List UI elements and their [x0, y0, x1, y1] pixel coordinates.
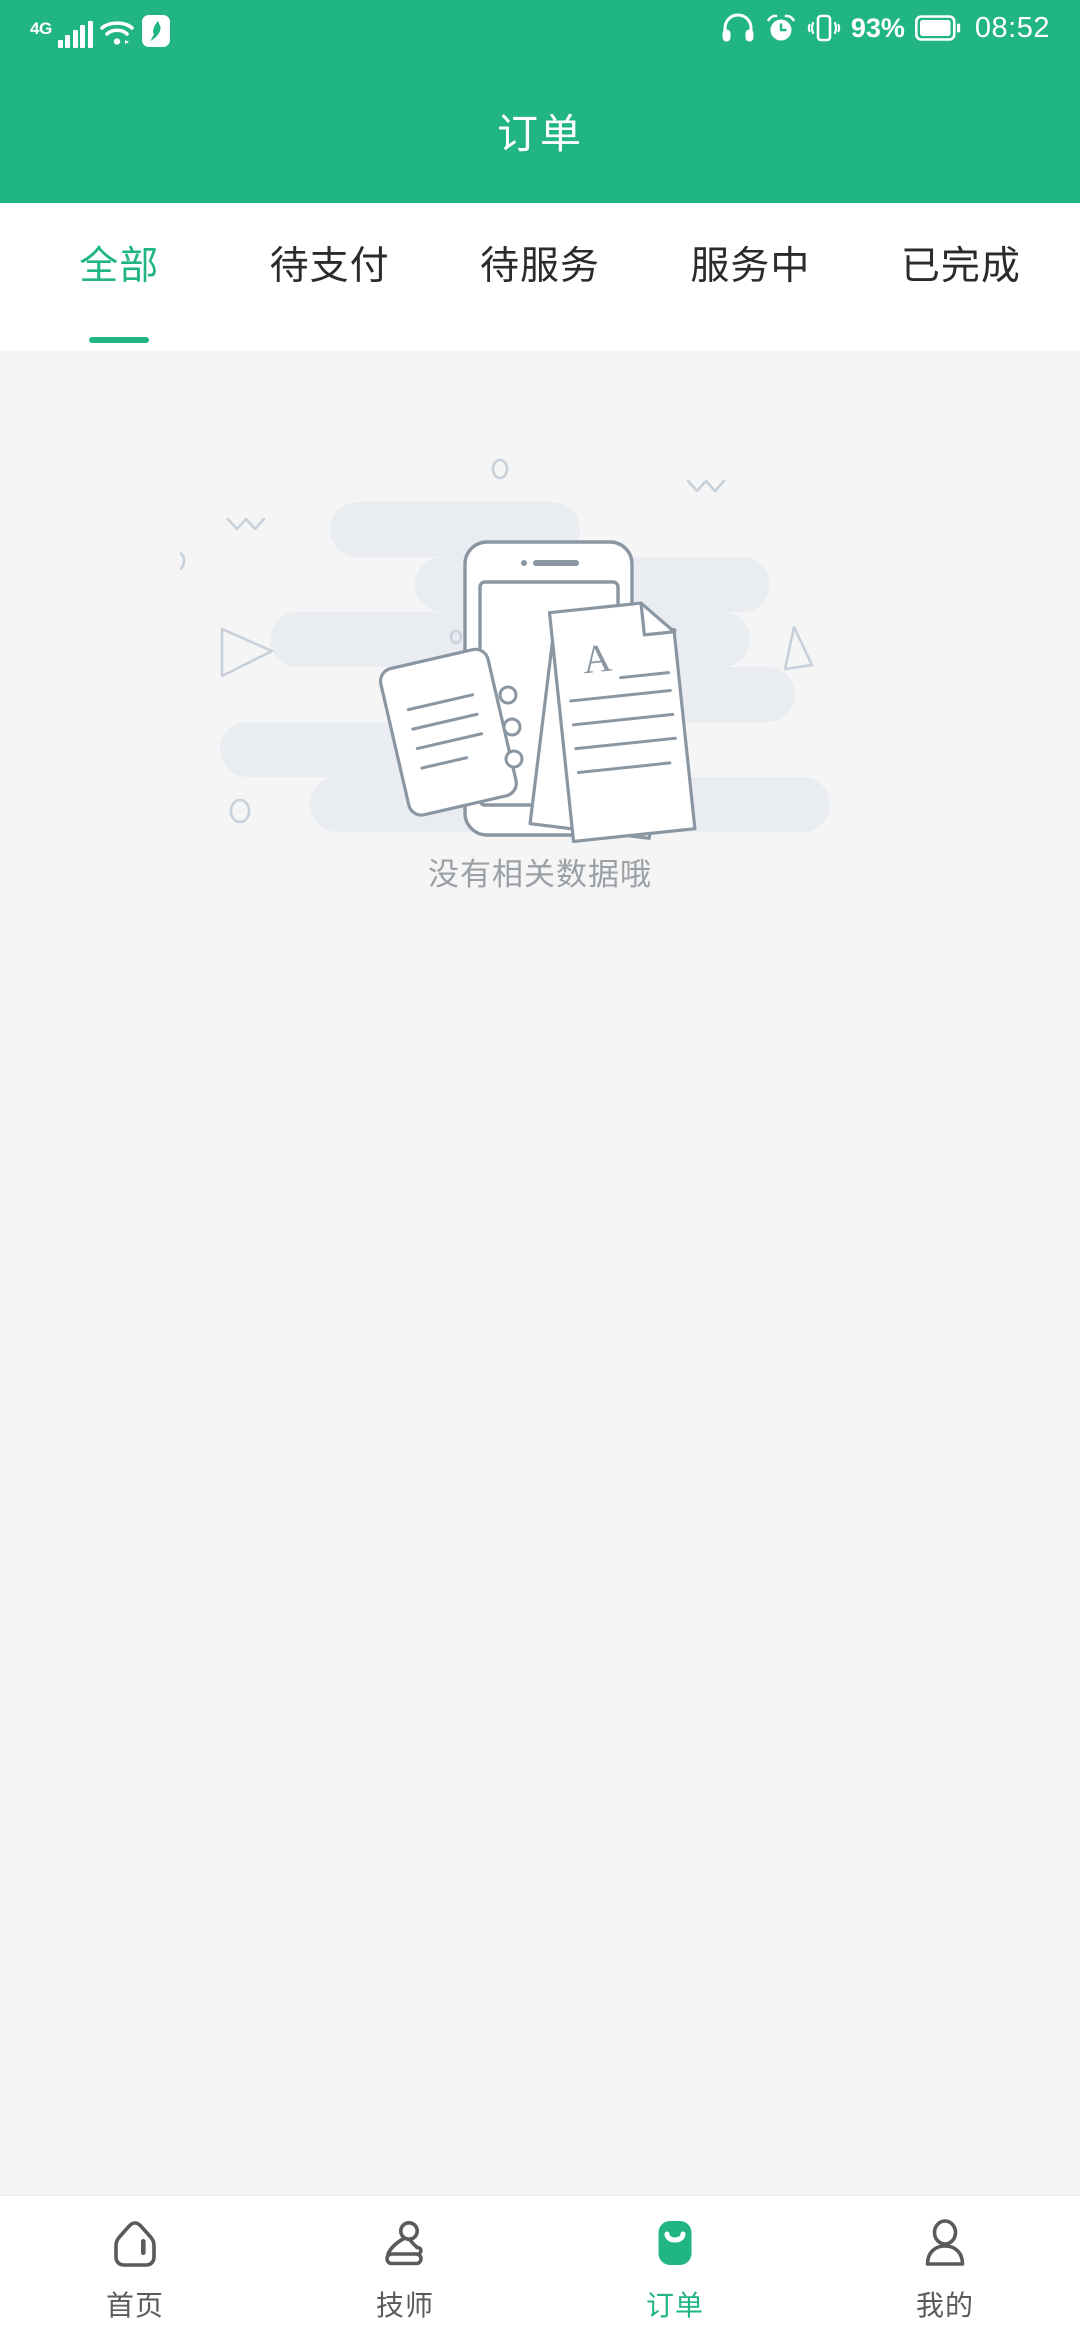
orders-bag-icon: [658, 2221, 692, 2265]
empty-state: A 没有相关数据哦: [0, 351, 1080, 894]
nav-item-home-label: 首页: [105, 2290, 164, 2321]
vpn-shield-icon: [141, 15, 170, 47]
page-title: 订单: [497, 110, 583, 157]
status-bar-right: 93% 08:52: [721, 8, 1050, 48]
nav-item-home[interactable]: 首页: [0, 2196, 270, 2340]
status-bar: 4G 93% 08:52: [0, 0, 1080, 56]
tab-active-indicator: [89, 337, 150, 343]
tab-pending-payment[interactable]: 待支付: [224, 203, 434, 351]
no-data-documents-phone-illustration: A: [180, 458, 830, 844]
nav-item-technician[interactable]: 技师: [270, 2196, 540, 2340]
tab-all-label: 全部: [79, 245, 160, 288]
nav-item-orders[interactable]: 订单: [540, 2196, 810, 2340]
tab-all[interactable]: 全部: [14, 203, 224, 351]
bottom-navigation-bar: 首页 技师 订单 我的: [0, 2195, 1080, 2340]
tab-in-service-label: 服务中: [690, 245, 811, 288]
wifi-icon: [99, 21, 134, 45]
nav-item-orders-label: 订单: [645, 2290, 704, 2321]
tab-pending-payment-label: 待支付: [269, 245, 390, 288]
nav-item-profile-label: 我的: [915, 2290, 974, 2321]
nav-item-technician-label: 技师: [375, 2290, 434, 2321]
tab-pending-service-label: 待服务: [480, 245, 601, 288]
app-header: 4G 93% 08:52 订单: [0, 0, 1080, 203]
headphones-icon: [722, 13, 754, 42]
svg-text:A: A: [580, 635, 614, 683]
home-icon: [114, 2221, 156, 2267]
profile-person-icon: [925, 2219, 965, 2266]
order-status-tabbar: 全部 待支付 待服务 服务中 已完成: [0, 203, 1080, 351]
tab-completed[interactable]: 已完成: [856, 203, 1066, 351]
battery-icon: [914, 15, 961, 41]
battery-percent-label: 93%: [850, 12, 905, 43]
signal-bars-icon: [57, 21, 93, 48]
nav-item-profile[interactable]: 我的: [810, 2196, 1080, 2340]
tab-pending-service[interactable]: 待服务: [435, 203, 645, 351]
order-list-content: A 没有相关数据哦: [0, 351, 1080, 2195]
alarm-clock-icon: [767, 14, 795, 41]
tab-list: 全部 待支付 待服务 服务中 已完成: [0, 203, 1080, 351]
empty-state-message: 没有相关数据哦: [428, 857, 652, 892]
vibrate-icon: [807, 14, 841, 42]
tab-completed-label: 已完成: [900, 245, 1021, 288]
status-bar-left: 4G: [30, 8, 171, 48]
clock-label: 08:52: [974, 11, 1050, 44]
network-type-label: 4G: [30, 19, 52, 38]
technician-icon: [385, 2221, 423, 2266]
tab-in-service[interactable]: 服务中: [645, 203, 855, 351]
